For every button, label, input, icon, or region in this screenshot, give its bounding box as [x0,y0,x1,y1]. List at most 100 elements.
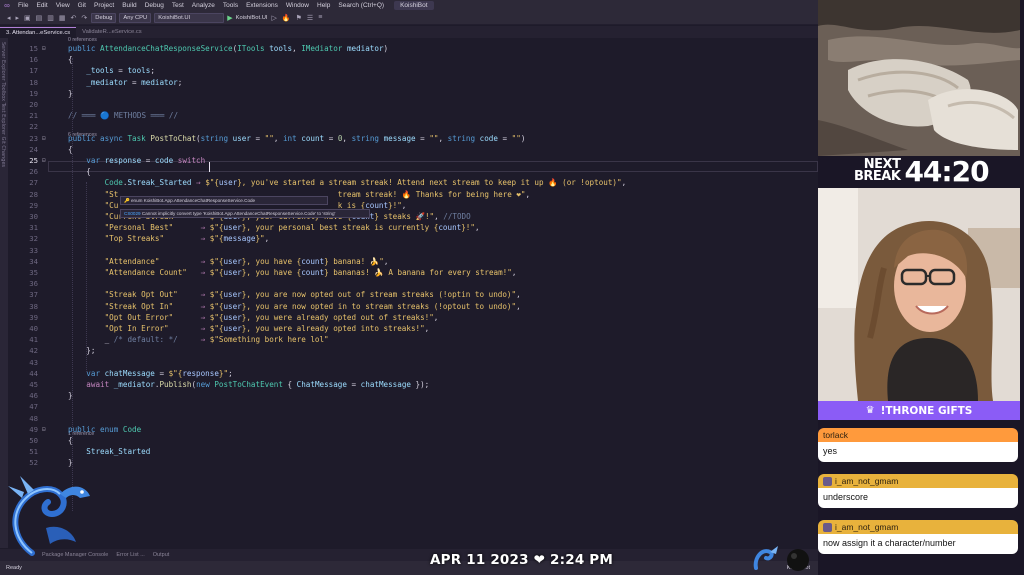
date-time-overlay: APR 11 2023 ❤ 2:24 PM [430,552,613,568]
throne-label: !THRONE GIFTS [880,404,973,417]
overlay-date: APR 11 2023 [430,552,529,568]
code-line[interactable]: Streak_Started [68,447,150,456]
fold-toggle-icon[interactable]: ⊟ [42,46,48,52]
code-line[interactable]: "Streak Opt Out" ⇒ $"{user}, you are now… [68,290,521,299]
uncomment-icon[interactable]: ≡ [317,14,323,21]
menu-analyze[interactable]: Analyze [188,2,219,9]
visual-studio-logo-icon: ∞ [4,1,10,10]
line-number: 33 [29,245,38,255]
status-text: Ready [6,565,22,571]
menu-window[interactable]: Window [282,2,313,9]
new-file-icon[interactable]: ▣ [23,14,32,22]
configuration-dropdown[interactable]: Debug [91,12,117,23]
search-box[interactable]: Search (Ctrl+Q) [334,2,388,9]
code-line[interactable]: public AttendanceChatResponseService(ITo… [68,44,388,53]
code-line[interactable]: "Top Streaks" ⇒ $"{message}", [68,234,270,243]
code-line[interactable]: var response = code switch [68,156,205,165]
indent-guide [86,182,87,373]
enclosure-webcam [818,0,1020,156]
menu-build[interactable]: Build [118,2,140,9]
line-number: 21 [29,111,38,121]
menu-project[interactable]: Project [90,2,118,9]
menu-git[interactable]: Git [74,2,90,9]
line-number: 30 [29,212,38,221]
save-icon[interactable]: ▥ [46,14,55,22]
throne-gifts-banner[interactable]: ♛ !THRONE GIFTS [818,401,1020,420]
startup-project-dropdown[interactable]: KoishiBot.UI [154,12,225,23]
line-number: 49 [29,424,38,434]
visual-studio-window: ∞ File Edit View Git Project Build Debug… [0,0,818,575]
toolbar: ◂ ▸ ▣ ▤ ▥ ▦ ↶ ↷ Debug Any CPU KoishiBot.… [0,11,818,25]
line-number: 43 [29,357,38,367]
fold-toggle-icon[interactable]: ⊟ [42,135,48,142]
tab-output[interactable]: Output [153,552,170,558]
open-folder-icon[interactable]: ▤ [35,14,44,22]
menu-file[interactable]: File [14,2,32,9]
avatar [823,476,832,486]
overlay-time: 2:24 PM [550,552,614,568]
line-number: 15 [29,44,38,53]
codelens-references[interactable]: 0 references [68,37,97,43]
line-number: 34 [29,256,38,266]
code-line[interactable]: "Attendance Count" ⇒ $"{user}, you have … [68,268,517,277]
error-code[interactable]: CS0029 [124,211,141,216]
code-line[interactable]: "Opt In Error" ⇒ $"{user}, you were alre… [68,324,430,333]
redo-icon[interactable]: ↷ [80,14,88,22]
avatar [823,522,832,532]
stream-overlay-panel: NEXT BREAK 44:20 ♛ !THRONE GIFTS torlack… [818,0,1024,575]
menu-view[interactable]: View [52,2,74,9]
code-line[interactable]: "Streak Opt In" ⇒ $"{user}, you are now … [68,302,521,311]
code-line[interactable]: "Attendance" ⇒ $"{user}, you have {count… [68,257,389,266]
hot-reload-icon[interactable]: 🔥 [281,14,292,22]
enum-quickinfo-tooltip: 🔑 enum KoishiBot.App.AttendanceChatRespo… [120,196,328,205]
save-all-icon[interactable]: ▦ [58,14,67,22]
code-line[interactable]: // ═══ 🔵 METHODS ═══ // [68,111,178,120]
menu-test[interactable]: Test [168,2,188,9]
line-number: 26 [29,167,38,177]
code-line[interactable]: var chatMessage = $"{response}"; [68,369,232,378]
platform-dropdown[interactable]: Any CPU [119,12,152,23]
code-line[interactable]: public async Task PostToChat(string user… [68,134,525,143]
code-line[interactable]: _ /* default: */ ⇒ $"Something bork here… [68,335,329,344]
chat-message: i_am_not_gmam now assign it a character/… [818,520,1018,554]
line-number: 24 [29,144,38,154]
tab-error-list[interactable]: Error List ... [116,552,144,558]
dragon-mascot-icon [8,476,90,556]
chat-username: i_am_not_gmam [835,476,899,486]
next-break-countdown: 44:20 [904,154,989,188]
menu-debug[interactable]: Debug [141,2,168,9]
code-line[interactable]: "Opt Out Error" ⇒ $"{user}, you were alr… [68,313,439,322]
line-number: 17 [29,66,38,76]
line-number: 27 [29,178,38,188]
menu-extensions[interactable]: Extensions [242,2,282,9]
line-number: 36 [29,279,38,289]
menu-edit[interactable]: Edit [32,2,51,9]
fold-toggle-icon[interactable]: ⊟ [42,426,48,433]
code-line[interactable]: await _mediator.Publish(new PostToChatEv… [68,380,429,389]
undo-icon[interactable]: ↶ [70,14,78,22]
fold-toggle-icon[interactable]: ⊟ [42,158,48,164]
line-number: 25 [29,156,38,165]
code-line[interactable]: Code.Streak_Started ⇒ $"{user}, you've s… [68,178,627,187]
code-line[interactable]: _tools = tools; [68,66,155,75]
start-debugging-icon[interactable]: ▶ [227,14,232,22]
line-number: 39 [29,312,38,322]
tool-window-labels[interactable]: Server Explorer Toolbox Test Explorer Gi… [0,42,6,167]
menu-help[interactable]: Help [313,2,334,9]
next-break-timer: NEXT BREAK 44:20 [854,154,1024,188]
code-editor[interactable]: 0 references 6 references 1 reference 15… [8,34,818,549]
run-target-label[interactable]: KoishiBot.UI [236,15,268,21]
line-number: 23 [29,133,38,143]
forward-icon[interactable]: ▸ [15,14,21,22]
code-line[interactable]: "Personal Best" ⇒ $"{user}, your persona… [68,223,480,232]
code-line[interactable]: public enum Code [68,425,141,434]
code-line[interactable]: _mediator = mediator; [68,78,182,87]
comment-icon[interactable]: ☰ [306,14,314,22]
line-number: 45 [29,380,38,389]
chat-username: torlack [818,428,1018,442]
menu-tools[interactable]: Tools [219,2,242,9]
back-icon[interactable]: ◂ [6,14,12,22]
bookmark-icon[interactable]: ⚑ [295,14,303,22]
run-without-debug-icon[interactable]: ▷ [271,14,278,22]
line-number: 46 [29,391,38,401]
